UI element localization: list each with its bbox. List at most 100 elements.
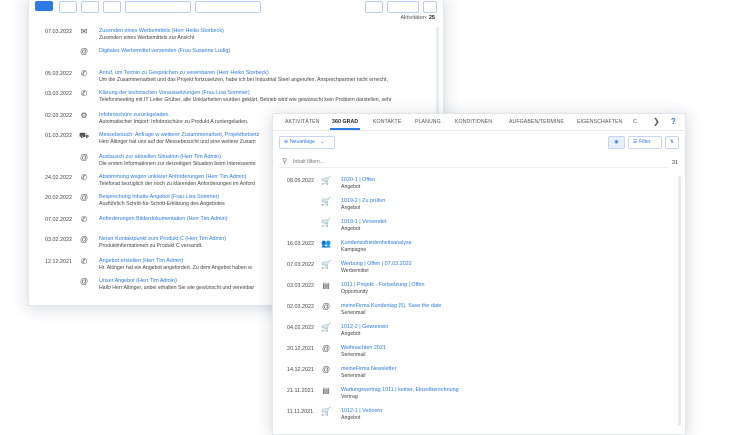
filter-icon: ☰ xyxy=(633,139,638,145)
toolbar-filter-button[interactable] xyxy=(387,1,419,13)
at-icon: @ xyxy=(321,365,331,374)
activity-row[interactable]: 07.03.2022 ✉ Zusenden eines Werbemittels (… xyxy=(29,27,439,49)
activity-description: Automatischer Import: Infobroschüre zu P… xyxy=(99,119,249,125)
activity-title-link[interactable]: Abstimmung wegen unklarer Anforderungen … xyxy=(99,174,246,180)
activity-title-link[interactable]: Neuer Kontaktpunkt zum Produkt C (Herr T… xyxy=(99,236,226,242)
activity-description: Hr. Altinger hat ein Angebot angefordert… xyxy=(99,265,252,271)
toolbar-button[interactable] xyxy=(195,1,261,13)
eye-icon[interactable]: ◉ xyxy=(608,136,625,149)
tab-360-grad[interactable]: 360 GRAD xyxy=(332,119,358,125)
activity-title-link[interactable]: Zusenden eines Werbemittels (Herr Heiko … xyxy=(99,28,224,34)
record-title-link[interactable]: 1020-1 | Offen xyxy=(341,177,375,183)
activity-date: 03.02.2022 xyxy=(45,237,72,243)
record-date: 16.03.2022 xyxy=(287,241,314,247)
filter-button[interactable]: ☰ Filter xyxy=(628,136,662,149)
result-count: 31 xyxy=(672,160,678,166)
sort-icon[interactable]: ⇅ xyxy=(665,136,679,149)
record-title-link[interactable]: meineFirma Newsletter xyxy=(341,366,396,372)
activity-count: Aktivitäten: 25 xyxy=(400,15,435,21)
toolbar-button[interactable] xyxy=(81,1,99,13)
activity-date: 12.12.2021 xyxy=(45,259,72,265)
record-title-link[interactable]: meineFirma Kundentag (5). Save the date xyxy=(341,303,441,309)
record-row[interactable]: 04.02.2022 🛒 1012-2 | Gewonnen Angebot xyxy=(273,323,685,344)
record-date: 04.02.2022 xyxy=(287,325,314,331)
toolbar-button[interactable] xyxy=(365,1,383,13)
settings-icon: ⚙ xyxy=(80,111,88,120)
record-360-panel: AKTIVITÄTEN 360 GRAD KONTAKTE PLANUNG KO… xyxy=(272,113,686,435)
record-title-link[interactable]: 1019-2 | Zu prüfen xyxy=(341,198,385,204)
record-title-link[interactable]: 1012-1 | Verloren xyxy=(341,408,382,414)
record-row[interactable]: 21.11.2021 ▤ Wartungsvertrag 1011 | keiner… xyxy=(273,386,685,407)
record-row[interactable]: 🛒 1019-1 | Versendet Angebot xyxy=(273,218,685,239)
chevron-down-icon: ⌄ xyxy=(320,139,325,145)
record-type: Kampagne xyxy=(341,247,367,253)
record-title-link[interactable]: Werbung | Offen | 07.03.2022 xyxy=(341,261,412,267)
activity-title-link[interactable]: Digitales Werbemittel versenden (Frau Su… xyxy=(99,48,230,54)
activity-date: 05.03.2022 xyxy=(45,71,72,77)
activity-description: Telefonmeeting mit IT Leiter Grüber, all… xyxy=(99,97,392,103)
at-icon: @ xyxy=(79,193,89,202)
record-date: 03.03.2022 xyxy=(287,283,314,289)
record-row[interactable]: 🛒 1019-2 | Zu prüfen Angebot xyxy=(273,197,685,218)
record-row[interactable]: 08.05.2022 🛒 1020-1 | Offen Angebot xyxy=(273,176,685,197)
record-row[interactable]: 16.03.2022 👥 Kundenzufriedenheitsanalyse Ka… xyxy=(273,239,685,260)
activity-title-link[interactable]: Messebesuch: Anfrage w weiterer Zusammen… xyxy=(99,132,259,138)
activity-title-link[interactable]: Anforderungen Bilderdokumentation (Herr … xyxy=(99,216,228,222)
tab-konditionen[interactable]: KONDITIONEN xyxy=(455,119,492,125)
toolbar-button[interactable] xyxy=(423,1,437,13)
record-title-link[interactable]: 1012-2 | Gewonnen xyxy=(341,324,388,330)
toolbar-primary-button[interactable] xyxy=(35,1,53,11)
activity-row[interactable]: @ Digitales Werbemittel versenden (Frau S… xyxy=(29,47,439,69)
activity-description: Telefonat bezüglich der noch zu klärende… xyxy=(99,181,256,187)
record-type: Angebot xyxy=(341,205,361,211)
record-date: 14.12.2021 xyxy=(287,367,314,373)
document-icon: ▤ xyxy=(322,386,330,395)
phone-icon: ✆ xyxy=(80,69,88,78)
record-type: Serienmail xyxy=(341,373,366,379)
record-title-link[interactable]: 1011 | Projekt - Fortsetzung | Offen xyxy=(341,282,425,288)
record-row[interactable]: 02.03.2022 @ meineFirma Kundentag (5). Sav… xyxy=(273,302,685,323)
tab-more[interactable]: C xyxy=(633,119,637,125)
record-title-link[interactable]: 1019-1 | Versendet xyxy=(341,219,386,225)
activity-title-link[interactable]: Besprechung Inhalte Angebot (Frau Lisa S… xyxy=(99,194,219,200)
record-row[interactable]: 03.03.2022 ▤ 1011 | Projekt - Fortsetzung … xyxy=(273,281,685,302)
record-title-link[interactable]: Wartungsvertrag 1011 | keiner, Einzelber… xyxy=(341,387,459,393)
phone-icon: ✆ xyxy=(80,173,88,182)
record-row[interactable]: 07.03.2022 🛒 Werbung | Offen | 07.03.2022 W… xyxy=(273,260,685,281)
activity-date: 02.03.2022 xyxy=(45,113,72,119)
phone-icon: ✆ xyxy=(80,257,88,266)
activity-row[interactable]: 05.03.2022 ✆ Anruf, um Termin zu Gespräche… xyxy=(29,69,439,91)
tab-aktivitaeten[interactable]: AKTIVITÄTEN xyxy=(285,119,320,125)
activity-row[interactable]: 03.03.2022 ✆ Klärung der technischen Vorau… xyxy=(29,89,439,111)
toolbar-button[interactable] xyxy=(125,1,191,13)
cart-icon: 🛒 xyxy=(321,176,331,185)
activity-title-link[interactable]: Klärung der technischen Voraussetzungen … xyxy=(99,90,250,96)
help-icon[interactable]: ? xyxy=(671,117,676,126)
activity-title-link[interactable]: Anruf, um Termin zu Gesprächen zu verein… xyxy=(99,70,269,76)
tab-planung[interactable]: PLANUNG xyxy=(415,119,441,125)
at-icon: @ xyxy=(321,302,331,311)
tab-kontakte[interactable]: KONTAKTE xyxy=(373,119,401,125)
record-title-link[interactable]: Weihnachten 2021 xyxy=(341,345,386,351)
toolbar-button[interactable] xyxy=(59,1,77,13)
new-record-button[interactable]: ⊕ Neuanlage ⌄ xyxy=(279,136,335,149)
filter-search-input[interactable]: ⚲ Inhalt filtern... xyxy=(279,157,669,168)
cart-icon: 🛒 xyxy=(321,323,331,332)
activity-title-link[interactable]: Angebot erstellen (Herr Tim Admin) xyxy=(99,258,183,264)
activity-title-link[interactable]: Infobroschüre zurückgeladen xyxy=(99,112,169,118)
activity-title-link[interactable]: Austausch zur aktuellen Situation (Herr … xyxy=(99,154,221,160)
tab-aufgaben-termine[interactable]: AUFGABEN/TERMINE xyxy=(509,119,564,125)
activity-title-link[interactable]: Unser Angebot (Herr Tim Admin) xyxy=(99,278,177,284)
chevron-right-icon[interactable]: ❯ xyxy=(653,117,660,126)
scrollbar[interactable] xyxy=(678,176,681,426)
record-row[interactable]: 14.12.2021 @ meineFirma Newsletter Serienma… xyxy=(273,365,685,386)
active-tab-indicator xyxy=(330,128,360,130)
phone-icon: ✆ xyxy=(80,215,88,224)
record-row[interactable]: 11.11.2021 🛒 1012-1 | Verloren Angebot xyxy=(273,407,685,428)
at-icon: @ xyxy=(321,344,331,353)
record-row[interactable]: 20.12.2021 @ Weihnachten 2021 Serienmail xyxy=(273,344,685,365)
toolbar-button[interactable] xyxy=(103,1,121,13)
tab-eigenschaften[interactable]: EIGENSCHAFTEN xyxy=(577,119,622,125)
record-title-link[interactable]: Kundenzufriedenheitsanalyse xyxy=(341,240,412,246)
cart-icon: 🛒 xyxy=(321,197,331,206)
